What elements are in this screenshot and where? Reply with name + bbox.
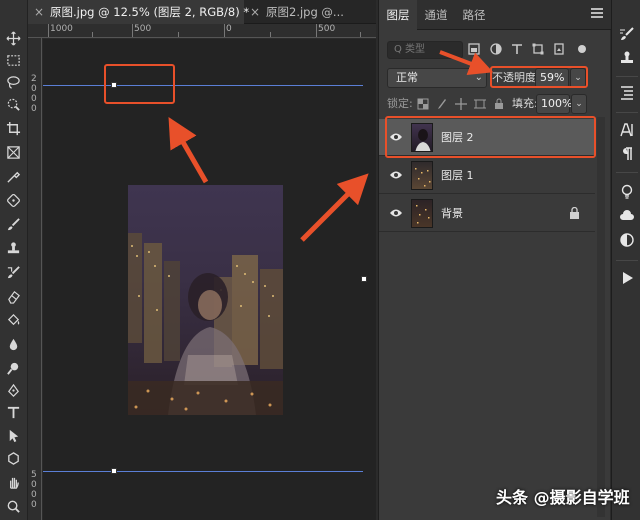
blend-mode-select[interactable]: 正常 ⌄ — [387, 68, 487, 88]
tab-paths[interactable]: 路径 — [455, 0, 493, 30]
guide-line-top[interactable] — [43, 85, 363, 86]
vertical-ruler: 2 0 0 0 5 0 0 0 — [28, 38, 42, 520]
ruler-label: 0 — [31, 104, 37, 114]
layer-thumbnail — [411, 199, 433, 228]
history-brush-icon[interactable] — [2, 262, 24, 282]
filter-type-icon[interactable] — [510, 42, 524, 56]
lock-position-icon[interactable] — [455, 98, 467, 110]
paragraph-styles-icon[interactable] — [619, 84, 635, 100]
highlight-box-opacity — [490, 66, 588, 88]
visibility-eye-icon[interactable] — [389, 169, 403, 181]
ruler-label: 500 — [134, 24, 152, 34]
collapsed-panels-strip — [611, 0, 640, 520]
frame-icon[interactable] — [2, 142, 24, 162]
chevron-down-icon: ⌄ — [474, 72, 483, 83]
tab-original2-jpg[interactable]: × 原图2.jpg @... — [244, 0, 376, 24]
filter-toggle-icon[interactable] — [575, 42, 589, 56]
tab-channels[interactable]: 通道 — [417, 0, 455, 30]
blend-mode-value: 正常 — [396, 71, 418, 84]
ruler-label: 5 — [31, 470, 37, 480]
document-tabs: × 原图.jpg @ 12.5% (图层 2, RGB/8) * × 原图2.j… — [28, 0, 376, 24]
tools-panel — [0, 0, 28, 520]
layer-filter-input[interactable]: Q 类型 — [387, 41, 463, 59]
lock-label: 锁定: — [387, 97, 413, 110]
hand-icon[interactable] — [2, 472, 24, 492]
crop-icon[interactable] — [2, 118, 24, 138]
ruler-label: 0 — [31, 94, 37, 104]
highlight-box-layer — [385, 116, 596, 158]
panel-scrollbar[interactable] — [597, 117, 605, 517]
panel-menu-icon[interactable] — [591, 8, 603, 22]
watermark: 头条 @摄影自学班 — [496, 488, 630, 507]
stamp-icon[interactable] — [2, 238, 24, 258]
brush-settings-icon[interactable] — [619, 26, 635, 42]
marquee-icon[interactable] — [2, 50, 24, 70]
layer-row[interactable]: 图层 1 — [379, 157, 595, 194]
fill-dropdown-button[interactable]: ⌄ — [571, 94, 587, 114]
visibility-eye-icon[interactable] — [389, 207, 403, 219]
fill-label: 填充: — [512, 97, 538, 110]
tab-layers[interactable]: 图层 — [379, 0, 417, 30]
close-icon[interactable]: × — [34, 0, 44, 24]
brush-icon[interactable] — [2, 214, 24, 234]
panel-tabs: 图层 通道 路径 — [379, 0, 611, 30]
close-icon[interactable]: × — [250, 0, 260, 24]
layer-name: 图层 1 — [441, 169, 474, 182]
ruler-label: 0 — [31, 490, 37, 500]
ruler-label: 500 — [318, 24, 336, 34]
pen-icon[interactable] — [2, 380, 24, 400]
tab-original-jpg[interactable]: × 原图.jpg @ 12.5% (图层 2, RGB/8) * — [28, 0, 249, 24]
zoom-icon[interactable] — [2, 496, 24, 516]
ruler-label: 0 — [31, 480, 37, 490]
transform-handle[interactable] — [361, 276, 367, 282]
fill-input[interactable]: 100% — [536, 94, 572, 114]
quick-select-icon[interactable] — [2, 94, 24, 114]
eraser-icon[interactable] — [2, 286, 24, 306]
filter-pixel-icon[interactable] — [467, 42, 481, 56]
document-canvas[interactable] — [43, 39, 376, 520]
light-icon[interactable] — [619, 184, 635, 200]
lock-artboard-icon[interactable] — [474, 98, 486, 110]
layer-name: 背景 — [441, 207, 463, 220]
lock-pixels-icon[interactable] — [436, 98, 448, 110]
shape-icon[interactable] — [2, 448, 24, 468]
adjustments-icon[interactable] — [619, 232, 635, 248]
clone-source-icon[interactable] — [619, 50, 635, 66]
ruler-label: 2 — [31, 74, 37, 84]
ruler-label: 1000 — [50, 24, 73, 34]
layer-row[interactable]: 背景 — [379, 195, 595, 232]
dodge-icon[interactable] — [2, 358, 24, 378]
libraries-icon[interactable] — [619, 208, 635, 224]
path-select-icon[interactable] — [2, 425, 24, 445]
bucket-icon[interactable] — [2, 310, 24, 330]
double-exposure-image — [128, 185, 283, 415]
ruler-label: 0 — [226, 24, 232, 34]
layer-thumbnail — [411, 161, 433, 190]
tab-title: 原图2.jpg @... — [266, 5, 344, 19]
healing-icon[interactable] — [2, 190, 24, 210]
filter-smart-object-icon[interactable] — [552, 42, 566, 56]
ruler-label: 0 — [31, 84, 37, 94]
filter-shape-icon[interactable] — [531, 42, 545, 56]
play-icon[interactable] — [619, 270, 635, 286]
transform-handle[interactable] — [111, 468, 117, 474]
lock-transparent-icon[interactable] — [417, 98, 429, 110]
lasso-icon[interactable] — [2, 72, 24, 92]
blur-icon[interactable] — [2, 334, 24, 354]
lock-icon — [570, 207, 579, 219]
pilcrow-icon[interactable] — [619, 146, 635, 162]
eyedropper-icon[interactable] — [2, 166, 24, 186]
move-icon[interactable] — [2, 28, 24, 48]
highlight-box-handle — [104, 64, 175, 104]
horizontal-ruler: 1000 500 0 500 — [28, 24, 376, 38]
ruler-label: 0 — [31, 500, 37, 510]
type-icon[interactable] — [2, 402, 24, 422]
character-icon[interactable] — [619, 122, 635, 138]
filter-adjustment-icon[interactable] — [489, 42, 503, 56]
guide-line-bottom[interactable] — [43, 471, 363, 472]
lock-all-icon[interactable] — [493, 98, 505, 110]
tab-title: 原图.jpg @ 12.5% (图层 2, RGB/8) * — [50, 5, 250, 19]
